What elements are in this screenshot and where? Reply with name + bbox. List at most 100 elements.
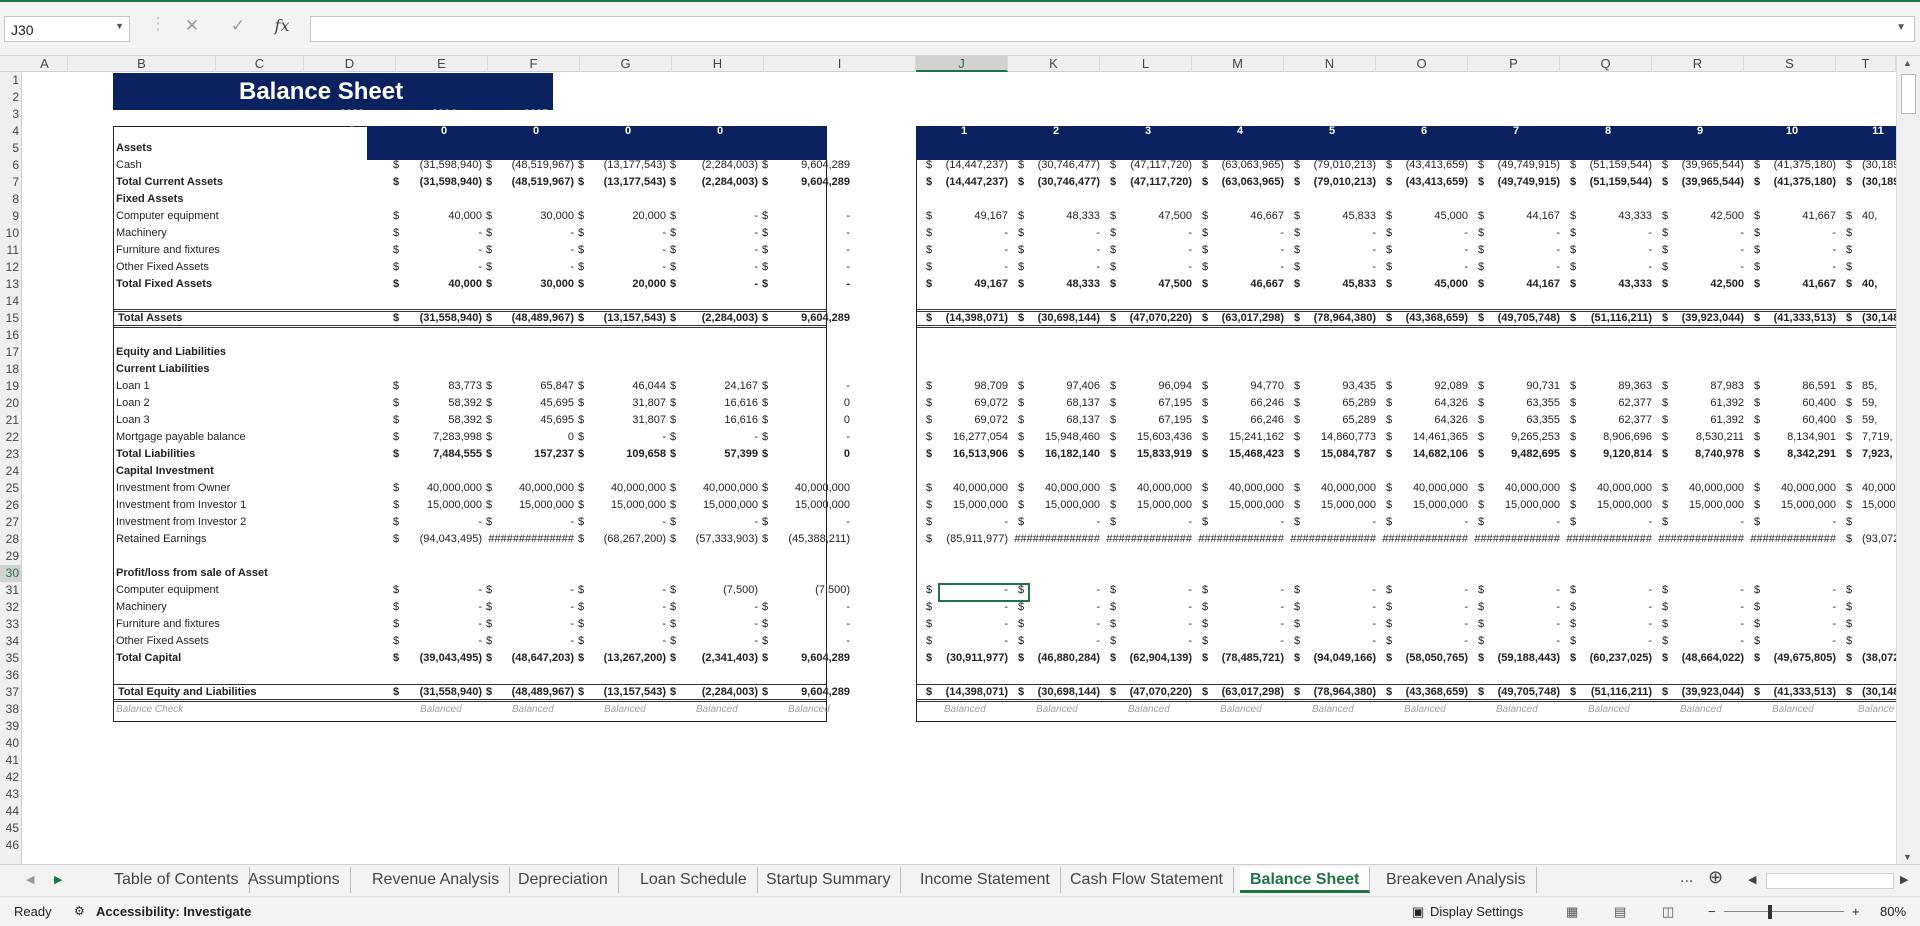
tab-cash-flow-statement[interactable]: Cash Flow Statement [1060, 867, 1234, 893]
formula-input[interactable]: ▼ [310, 16, 1915, 42]
annual-year-header[interactable]: 2023 [312, 106, 392, 123]
row-header-16[interactable]: 16 [0, 327, 22, 344]
row-header-23[interactable]: 23 [0, 446, 22, 463]
tab-revenue-analysis[interactable]: Revenue Analysis [362, 867, 511, 893]
worksheet-grid[interactable]: Balance Sheet 2023 0 2024 0 2025 0 2026 0 2027 0 1… [22, 72, 1896, 864]
row-header-44[interactable]: 44 [0, 803, 22, 820]
chevron-down-icon[interactable]: ▼ [115, 21, 124, 31]
cancel-icon[interactable]: ✕ [178, 16, 206, 36]
column-header-s[interactable]: S [1744, 56, 1836, 72]
row-header-8[interactable]: 8 [0, 191, 22, 208]
row-header-45[interactable]: 45 [0, 820, 22, 837]
column-header-o[interactable]: O [1376, 56, 1468, 72]
row-header-35[interactable]: 35 [0, 650, 22, 667]
column-header-p[interactable]: P [1468, 56, 1560, 72]
column-header-j[interactable]: J [916, 56, 1008, 72]
row-header-37[interactable]: 37 [0, 684, 22, 701]
row-header-32[interactable]: 32 [0, 599, 22, 616]
column-header-l[interactable]: L [1100, 56, 1192, 72]
row-header-27[interactable]: 27 [0, 514, 22, 531]
scroll-down-icon[interactable]: ▼ [1903, 852, 1912, 862]
row-header-21[interactable]: 21 [0, 412, 22, 429]
tab-scroll-left-icon[interactable]: ◀ [26, 873, 34, 886]
row-header-15[interactable]: 15 [0, 310, 22, 327]
row-header-9[interactable]: 9 [0, 208, 22, 225]
row-header-14[interactable]: 14 [0, 293, 22, 310]
scroll-thumb[interactable] [1901, 74, 1916, 114]
row-header-19[interactable]: 19 [0, 378, 22, 395]
row-header-39[interactable]: 39 [0, 718, 22, 735]
tab-breakeven-analysis[interactable]: Breakeven Analysis [1376, 867, 1537, 893]
row-header-34[interactable]: 34 [0, 633, 22, 650]
row-header-20[interactable]: 20 [0, 395, 22, 412]
zoom-thumb[interactable] [1768, 905, 1772, 919]
more-tabs-icon[interactable]: ... [1680, 869, 1693, 887]
row-header-22[interactable]: 22 [0, 429, 22, 446]
column-header-h[interactable]: H [672, 56, 764, 72]
row-header-36[interactable]: 36 [0, 667, 22, 684]
tab-depreciation[interactable]: Depreciation [508, 867, 619, 893]
row-header-38[interactable]: 38 [0, 701, 22, 718]
row-header-42[interactable]: 42 [0, 769, 22, 786]
column-header-a[interactable]: A [22, 56, 68, 72]
chevron-down-icon[interactable]: ▼ [1896, 22, 1906, 33]
zoom-level[interactable]: 80% [1880, 904, 1906, 919]
tab-scroll-right-icon[interactable]: ▶ [54, 873, 62, 886]
scroll-up-icon[interactable]: ▲ [1903, 58, 1912, 68]
row-header-5[interactable]: 5 [0, 140, 22, 157]
row-header-29[interactable]: 29 [0, 548, 22, 565]
row-header-31[interactable]: 31 [0, 582, 22, 599]
column-header-b[interactable]: B [68, 56, 216, 72]
selected-cell-j30[interactable] [938, 583, 1030, 602]
add-sheet-icon[interactable]: ⊕ [1708, 867, 1723, 888]
annual-year-header[interactable]: 2025 [496, 106, 576, 123]
hscroll-right-icon[interactable]: ▶ [1900, 873, 1908, 886]
display-settings-button[interactable]: Display Settings [1430, 904, 1523, 919]
name-box[interactable]: J30 ▼ [4, 16, 130, 42]
enter-icon[interactable]: ✓ [224, 16, 252, 36]
annual-year-header[interactable]: 2026 [588, 106, 668, 123]
row-header-3[interactable]: 3 [0, 106, 22, 123]
tab-table-of-contents[interactable]: Table of Contents [104, 867, 250, 893]
vertical-scrollbar[interactable]: ▲ ▼ [1896, 56, 1920, 864]
row-header-10[interactable]: 10 [0, 225, 22, 242]
column-header-i[interactable]: I [764, 56, 916, 72]
column-header-t[interactable]: T [1836, 56, 1896, 72]
row-header-43[interactable]: 43 [0, 786, 22, 803]
row-header-33[interactable]: 33 [0, 616, 22, 633]
column-header-e[interactable]: E [396, 56, 488, 72]
tab-startup-summary[interactable]: Startup Summary [756, 867, 902, 893]
zoom-in-icon[interactable]: + [1852, 904, 1860, 919]
column-header-n[interactable]: N [1284, 56, 1376, 72]
row-header-12[interactable]: 12 [0, 259, 22, 276]
column-header-q[interactable]: Q [1560, 56, 1652, 72]
row-header-7[interactable]: 7 [0, 174, 22, 191]
zoom-out-icon[interactable]: − [1708, 904, 1716, 919]
row-header-24[interactable]: 24 [0, 463, 22, 480]
row-header-11[interactable]: 11 [0, 242, 22, 259]
row-header-18[interactable]: 18 [0, 361, 22, 378]
column-header-k[interactable]: K [1008, 56, 1100, 72]
row-header-4[interactable]: 4 [0, 123, 22, 140]
row-header-40[interactable]: 40 [0, 735, 22, 752]
annual-year-header[interactable]: 2027 [680, 106, 760, 123]
column-header-f[interactable]: F [488, 56, 580, 72]
row-header-41[interactable]: 41 [0, 752, 22, 769]
row-header-17[interactable]: 17 [0, 344, 22, 361]
horizontal-scrollbar[interactable] [1766, 873, 1894, 889]
column-header-d[interactable]: D [304, 56, 396, 72]
row-header-2[interactable]: 2 [0, 89, 22, 106]
page-break-icon[interactable]: ◫ [1662, 904, 1674, 920]
row-header-28[interactable]: 28 [0, 531, 22, 548]
row-header-1[interactable]: 1 [0, 72, 22, 89]
column-header-r[interactable]: R [1652, 56, 1744, 72]
zoom-slider[interactable] [1724, 911, 1844, 912]
hscroll-left-icon[interactable]: ◀ [1748, 873, 1756, 886]
row-header-30[interactable]: 30 [0, 565, 22, 582]
page-layout-icon[interactable]: ▤ [1614, 904, 1626, 920]
column-header-g[interactable]: G [580, 56, 672, 72]
row-header-46[interactable]: 46 [0, 837, 22, 854]
column-header-c[interactable]: C [216, 56, 304, 72]
tab-loan-schedule[interactable]: Loan Schedule [630, 867, 758, 893]
tab-assumptions[interactable]: Assumptions [238, 867, 351, 893]
